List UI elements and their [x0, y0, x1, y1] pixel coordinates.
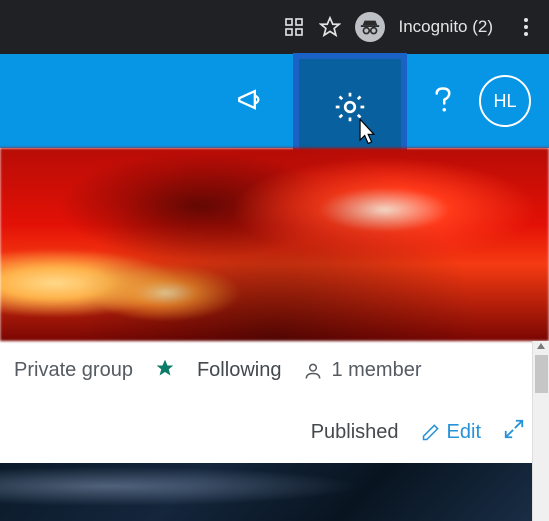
scroll-up-icon[interactable] [537, 343, 545, 349]
settings-button-highlight[interactable] [293, 53, 407, 161]
browser-toolbar: Incognito (2) [0, 0, 549, 54]
pencil-icon [421, 422, 441, 442]
vertical-scrollbar[interactable] [532, 341, 549, 521]
person-icon [303, 361, 323, 381]
incognito-icon[interactable] [355, 12, 385, 42]
group-info-bar: Private group Following 1 member [0, 341, 549, 401]
scroll-thumb[interactable] [535, 355, 548, 393]
following-star-icon[interactable] [155, 358, 175, 384]
following-label[interactable]: Following [197, 359, 281, 382]
expand-icon[interactable] [503, 418, 525, 446]
member-count-label: 1 member [331, 359, 421, 382]
site-banner-image [0, 148, 549, 341]
group-privacy-label: Private group [14, 359, 133, 382]
avatar-initials: HL [493, 91, 516, 112]
star-icon[interactable] [319, 16, 341, 38]
megaphone-icon[interactable] [235, 84, 269, 118]
edit-label: Edit [447, 421, 481, 444]
incognito-label: Incognito (2) [399, 17, 494, 37]
edit-button[interactable]: Edit [421, 421, 481, 444]
member-count[interactable]: 1 member [303, 359, 421, 382]
publish-status-label: Published [311, 421, 399, 444]
page-action-bar: Published Edit [0, 401, 549, 463]
cursor-icon [353, 117, 381, 147]
content-area [0, 463, 549, 521]
user-avatar[interactable]: HL [479, 75, 531, 127]
browser-menu-icon[interactable] [517, 18, 535, 36]
help-icon[interactable] [431, 86, 455, 116]
sharepoint-header: HL [0, 54, 549, 148]
qr-icon[interactable] [283, 16, 305, 38]
